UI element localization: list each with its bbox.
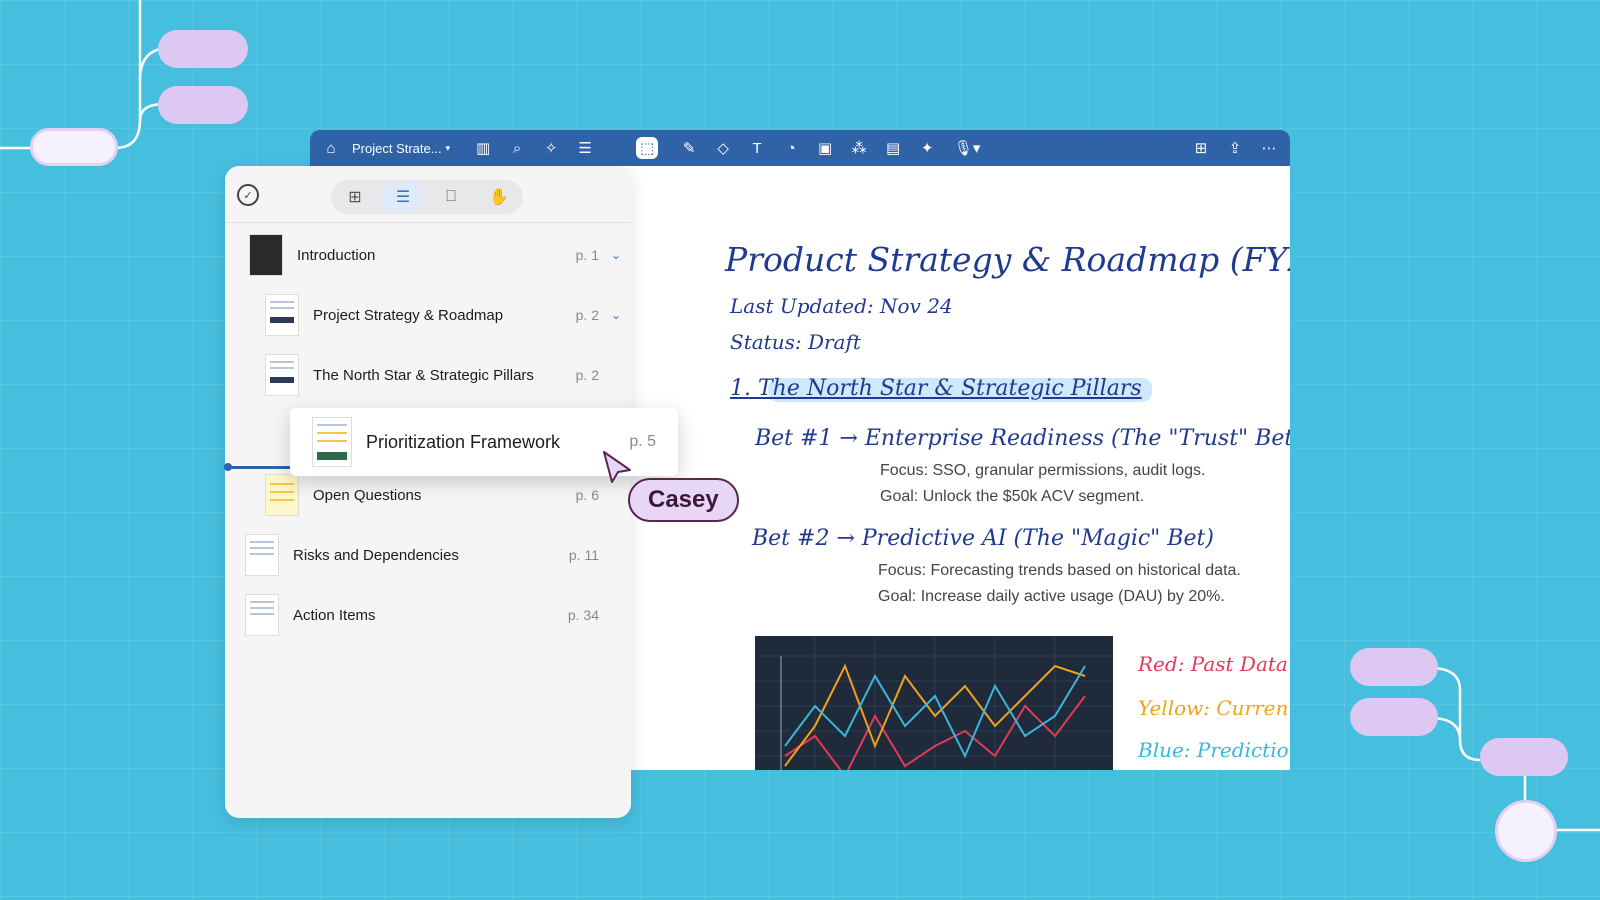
chevron-down-icon[interactable]: ⌄ bbox=[611, 248, 621, 262]
sticky-note-icon[interactable]: ▤ bbox=[882, 137, 904, 159]
outline-item-open-questions[interactable]: Open Questions p. 6 bbox=[265, 474, 599, 516]
mic-icon[interactable]: 🎙▾ bbox=[950, 137, 984, 159]
note-status: Status: Draft bbox=[730, 330, 861, 354]
drop-indicator bbox=[228, 466, 290, 469]
outline-item-label: Introduction bbox=[297, 246, 376, 264]
add-page-icon[interactable]: ⊞ bbox=[1190, 137, 1212, 159]
outline-item-north-star[interactable]: The North Star & Strategic Pillars p. 2 bbox=[265, 354, 599, 396]
outline-item-page: p. 2 bbox=[575, 367, 599, 383]
outline-item-page: p. 34 bbox=[567, 607, 599, 623]
more-icon[interactable]: ⋯ bbox=[1258, 137, 1280, 159]
bet1-goal: Goal: Unlock the $50k ACV segment. bbox=[880, 488, 1145, 505]
search-icon[interactable]: ⌕ bbox=[506, 137, 528, 159]
deco-pill bbox=[1480, 738, 1568, 776]
text-box-icon[interactable]: T bbox=[746, 137, 768, 159]
shape-icon[interactable]: ◔ bbox=[780, 137, 802, 159]
deco-pill bbox=[30, 128, 118, 166]
deco-circle bbox=[1495, 800, 1557, 862]
outline-item-label: The North Star & Strategic Pillars bbox=[313, 366, 534, 384]
bet2-focus: Focus: Forecasting trends based on histo… bbox=[878, 562, 1241, 579]
legend-yellow: Yellow: Current bbox=[1138, 696, 1290, 720]
note-bet1: Bet #1 → Enterprise Readiness (The "Trus… bbox=[755, 426, 1290, 451]
divider bbox=[225, 222, 631, 223]
pen-icon[interactable]: ✎ bbox=[678, 137, 700, 159]
select-check-icon[interactable]: ✓ bbox=[237, 184, 259, 206]
note-section: 1. The North Star & Strategic Pillars bbox=[730, 376, 1142, 401]
page-thumbnail bbox=[265, 354, 299, 396]
sparkle-icon[interactable]: ✧ bbox=[540, 137, 562, 159]
sidebar-icon[interactable]: ▥ bbox=[472, 137, 494, 159]
page-thumbnail bbox=[312, 417, 352, 467]
outline-item-risks[interactable]: Risks and Dependencies p. 11 bbox=[245, 534, 599, 576]
note-bet2: Bet #2 → Predictive AI (The "Magic" Bet) bbox=[752, 526, 1214, 551]
outline-list-icon[interactable]: ☰ bbox=[381, 182, 425, 212]
page-thumbnail bbox=[245, 594, 279, 636]
page-thumbnail bbox=[245, 534, 279, 576]
sidebar-view-switcher: ⊞ ☰ ⎕ ✋ bbox=[331, 180, 523, 214]
legend-blue: Blue: Predictions bbox=[1138, 738, 1290, 762]
drop-indicator-dot bbox=[224, 463, 232, 471]
deco-pill bbox=[1350, 648, 1438, 686]
lasso-icon[interactable]: ⬚ bbox=[636, 137, 659, 159]
outline-sidebar: ✓ ⊞ ☰ ⎕ ✋ Introduction p. 1 ⌄ Project St… bbox=[225, 166, 631, 818]
document-title-menu[interactable]: Project Strate... ▾ bbox=[352, 141, 450, 156]
elements-icon[interactable]: ⁂ bbox=[848, 137, 870, 159]
chevron-down-icon: ▾ bbox=[445, 142, 451, 153]
outline-item-label: Risks and Dependencies bbox=[293, 546, 459, 564]
collaborator-cursor-icon bbox=[603, 451, 631, 483]
laser-icon[interactable]: ✦ bbox=[916, 137, 938, 159]
outline-item-label: Open Questions bbox=[313, 486, 422, 504]
outline-item-action-items[interactable]: Action Items p. 34 bbox=[245, 594, 599, 636]
outline-item-page: p. 11 bbox=[568, 547, 599, 563]
home-icon[interactable]: ⌂ bbox=[320, 137, 342, 159]
note-title: Product Strategy & Roadmap (FY20: bbox=[725, 240, 1290, 279]
outline-item-label: Action Items bbox=[293, 606, 376, 624]
outline-item-label: Project Strategy & Roadmap bbox=[313, 306, 504, 324]
page-thumbnail bbox=[265, 294, 299, 336]
outline-item-page: p. 6 bbox=[575, 487, 599, 503]
deco-pill bbox=[158, 30, 248, 68]
deco-pill bbox=[1350, 698, 1438, 736]
embedded-chart-image[interactable] bbox=[755, 636, 1113, 770]
page-thumbnail bbox=[249, 234, 283, 276]
bet1-focus: Focus: SSO, granular permissions, audit … bbox=[880, 462, 1206, 479]
collaborator-label: Casey bbox=[628, 478, 739, 522]
document-title: Project Strate... bbox=[352, 140, 442, 156]
chevron-down-icon[interactable]: ⌄ bbox=[611, 308, 621, 322]
doc-icon[interactable]: ☰ bbox=[574, 137, 596, 159]
image-icon[interactable]: ▣ bbox=[814, 137, 836, 159]
dragged-item-page: p. 5 bbox=[629, 433, 656, 450]
dragged-item-label: Prioritization Framework bbox=[366, 431, 561, 452]
eraser-icon[interactable]: ◇ bbox=[712, 137, 734, 159]
bet2-goal: Goal: Increase daily active usage (DAU) … bbox=[878, 588, 1225, 605]
deco-pill bbox=[158, 86, 248, 124]
outline-item-page: p. 1 bbox=[575, 247, 599, 263]
bookmark-icon[interactable]: ⎕ bbox=[429, 182, 473, 212]
outline-item-page: p. 2 bbox=[575, 307, 599, 323]
share-icon[interactable]: ⇪ bbox=[1224, 137, 1246, 159]
page-thumbnail bbox=[265, 474, 299, 516]
note-updated: Last Updated: Nov 24 bbox=[730, 294, 953, 318]
outline-item-introduction[interactable]: Introduction p. 1 ⌄ bbox=[249, 234, 621, 276]
legend-red: Red: Past Data bbox=[1138, 652, 1288, 676]
top-toolbar: ⌂ Project Strate... ▾ ▥ ⌕ ✧ ☰ ⬚ ✎ ◇ T ◔ ▣… bbox=[310, 130, 1290, 166]
pan-tool-icon[interactable]: ✋ bbox=[477, 182, 521, 212]
outline-item-project-strategy[interactable]: Project Strategy & Roadmap p. 2 ⌄ bbox=[265, 294, 621, 336]
grid-view-icon[interactable]: ⊞ bbox=[333, 182, 377, 212]
